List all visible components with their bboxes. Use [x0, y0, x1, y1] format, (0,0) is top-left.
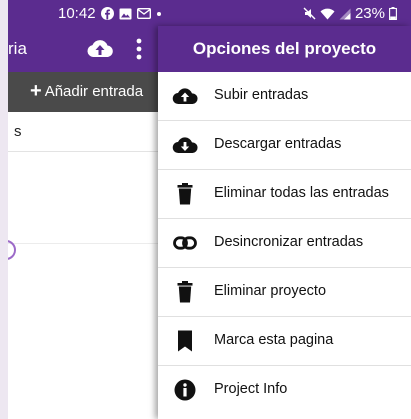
- mail-icon: [136, 8, 151, 19]
- app-title: ria: [8, 39, 27, 58]
- menu-item-download-entries[interactable]: Descargar entradas: [158, 121, 411, 170]
- menu-item-upload-entries[interactable]: Subir entradas: [158, 72, 411, 121]
- project-options-drawer: Opciones del proyecto Subir entradas Des…: [158, 26, 411, 419]
- menu-label: Marca esta pagina: [214, 332, 334, 348]
- mute-icon: [303, 7, 316, 20]
- plus-icon: +: [30, 80, 42, 102]
- status-right: 23%: [303, 5, 397, 22]
- battery-percent: 23%: [354, 5, 385, 22]
- cloud-upload-icon[interactable]: [86, 36, 114, 62]
- cloud-download-icon: [172, 133, 198, 157]
- wifi-icon: [320, 8, 335, 20]
- list-item[interactable]: s: [8, 112, 158, 152]
- app-bar: ria: [8, 26, 158, 72]
- entry-label: s: [14, 123, 22, 140]
- menu-label: Subir entradas: [214, 87, 309, 103]
- menu-item-unsync-entries[interactable]: Desincronizar entradas: [158, 219, 411, 268]
- dot-icon: [156, 11, 162, 17]
- menu-item-delete-project[interactable]: Eliminar proyecto: [158, 268, 411, 317]
- menu-item-project-info[interactable]: Project Info: [158, 366, 411, 415]
- bookmark-icon: [172, 329, 198, 353]
- status-bar: 10:42 23%: [8, 0, 411, 26]
- drawer-header: Opciones del proyecto: [158, 26, 411, 72]
- divider: [8, 243, 158, 244]
- entry-toolbar: + Añadir entrada: [8, 72, 158, 112]
- signal-icon: [339, 8, 351, 20]
- menu-label: Project Info: [214, 381, 288, 397]
- battery-icon: [389, 7, 397, 20]
- menu-label: Desincronizar entradas: [214, 234, 364, 250]
- menu-item-delete-all-entries[interactable]: Eliminar todas las entradas: [158, 170, 411, 219]
- trash-icon: [172, 182, 198, 206]
- drawer-title: Opciones del proyecto: [192, 39, 377, 58]
- cloud-upload-icon: [172, 84, 198, 108]
- more-vert-icon[interactable]: [132, 37, 146, 61]
- gallery-icon: [119, 8, 132, 20]
- status-left: 10:42: [58, 5, 162, 22]
- phone-screen: 10:42 23% ria + Añadir entrada s Opcione…: [8, 0, 411, 419]
- link-off-icon: [172, 231, 198, 255]
- trash-icon: [172, 280, 198, 304]
- add-entry-label: Añadir entrada: [44, 82, 144, 100]
- menu-label: Eliminar proyecto: [214, 283, 327, 299]
- menu-item-bookmark-page[interactable]: Marca esta pagina: [158, 317, 411, 366]
- add-entry-button[interactable]: + Añadir entrada: [30, 80, 144, 102]
- status-time: 10:42: [58, 5, 96, 22]
- menu-label: Eliminar todas las entradas: [214, 185, 389, 201]
- menu-label: Descargar entradas: [214, 136, 342, 152]
- facebook-icon: [100, 7, 114, 20]
- background-app: ria + Añadir entrada s: [8, 26, 158, 419]
- info-icon: [172, 378, 198, 402]
